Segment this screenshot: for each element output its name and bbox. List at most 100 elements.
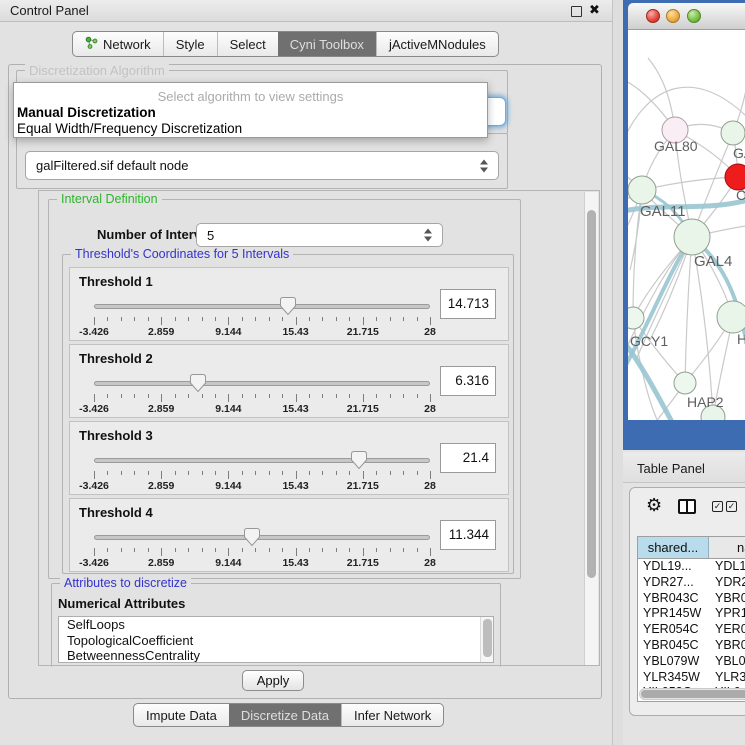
threshold-value-field[interactable]: 14.713 (440, 289, 496, 319)
minimize-traffic-light-icon[interactable] (666, 9, 680, 23)
tab-infer-network[interactable]: Infer Network (341, 704, 443, 726)
table-row[interactable]: YLR345WYLR3 (638, 670, 745, 686)
table-row[interactable]: YER054CYER0 (638, 622, 745, 638)
tick-mark (403, 471, 404, 475)
float-window-icon[interactable] (571, 6, 582, 17)
table-row[interactable]: YDR27...YDR2 (638, 575, 745, 591)
numerical-attributes-list[interactable]: SelfLoops TopologicalCoefficient Between… (58, 616, 494, 663)
table-panel-header: Table Panel (623, 452, 745, 483)
table-row[interactable]: YBL079WYBL0 (638, 654, 745, 670)
table-row[interactable]: YBR045CYBR0 (638, 638, 745, 654)
tick-mark (376, 317, 377, 321)
table-row[interactable]: YBR043CYBR0 (638, 591, 745, 607)
threshold-value-field[interactable]: 21.4 (440, 443, 496, 473)
list-scrollbar[interactable] (480, 617, 493, 662)
network-canvas[interactable]: GAL80 GA C GAL11 GAL4 GCY1 H HAP2 (628, 30, 745, 420)
node-h[interactable] (717, 301, 745, 333)
tab-impute-data[interactable]: Impute Data (134, 704, 229, 726)
scale-label: 15.43 (282, 403, 308, 415)
scale-label: 2.859 (148, 326, 174, 338)
dropdown-item-manual-discretization[interactable]: Manual Discretization (17, 105, 156, 120)
interval-definition-title: Interval Definition (57, 192, 162, 206)
tick-mark (376, 394, 377, 398)
scale-label: 9.144 (215, 480, 241, 492)
list-item[interactable]: BetweennessCentrality (59, 648, 493, 663)
tab-network[interactable]: Network (73, 32, 163, 56)
scale-label: -3.426 (79, 326, 109, 338)
apply-button[interactable]: Apply (242, 670, 304, 691)
scale-label: 15.43 (282, 480, 308, 492)
combobox-stepper-icon[interactable] (424, 229, 433, 242)
slider-track[interactable] (94, 535, 430, 540)
table-row[interactable]: YPR145WYPR1 (638, 606, 745, 622)
tick-mark (282, 471, 283, 475)
tab-select[interactable]: Select (217, 32, 278, 56)
threshold-slider[interactable]: -3.4262.8599.14415.4321.71528 (94, 296, 430, 338)
scale-label: 15.43 (282, 326, 308, 338)
scrollbar-thumb[interactable] (587, 210, 596, 578)
tick-mark (296, 471, 297, 479)
slider-ticks (94, 317, 430, 326)
tab-style[interactable]: Style (163, 32, 217, 56)
slider-track[interactable] (94, 304, 430, 309)
panel-divider[interactable] (612, 0, 623, 745)
tick-mark (134, 317, 135, 321)
tick-mark (336, 471, 337, 475)
node-gcy1[interactable] (628, 307, 644, 329)
slider-thumb[interactable] (351, 451, 367, 470)
slider-thumb[interactable] (244, 528, 260, 547)
table-data-combobox[interactable]: galFiltered.sif default node (25, 151, 499, 180)
dropdown-item-equal-width-frequency[interactable]: Equal Width/Frequency Discretization (17, 121, 242, 136)
slider-scale-labels: -3.4262.8599.14415.4321.71528 (94, 480, 430, 492)
threshold-value-field[interactable]: 11.344 (440, 520, 496, 550)
node-gal4[interactable] (674, 219, 710, 255)
close-traffic-light-icon[interactable] (646, 9, 660, 23)
settings-gear-icon[interactable]: ⚙ (646, 496, 662, 514)
zoom-traffic-light-icon[interactable] (687, 9, 701, 23)
tick-mark (134, 548, 135, 552)
tick-mark (107, 394, 108, 398)
column-header-name[interactable]: na (709, 537, 745, 558)
list-item[interactable]: TopologicalCoefficient (59, 633, 493, 649)
node-label-gal11: GAL11 (640, 203, 686, 220)
node-gal11[interactable] (628, 176, 656, 204)
hide-columns-checkbox-icon[interactable]: ✓ (726, 501, 737, 512)
split-view-icon[interactable] (678, 499, 696, 514)
tick-mark (363, 548, 364, 556)
node-hap2[interactable] (674, 372, 696, 394)
tick-mark (121, 471, 122, 475)
table-row[interactable]: YDL19...YDL1 (638, 559, 745, 575)
slider-thumb[interactable] (190, 374, 206, 393)
node-unlabeled-green[interactable] (721, 121, 745, 145)
tick-mark (148, 317, 149, 321)
tick-mark (282, 317, 283, 321)
threshold-value-field[interactable]: 6.316 (440, 366, 496, 396)
tick-mark (322, 394, 323, 398)
slider-thumb[interactable] (280, 297, 296, 316)
tick-mark (202, 548, 203, 552)
tab-discretize-data[interactable]: Discretize Data (229, 704, 341, 726)
panel-scrollbar[interactable] (584, 192, 598, 665)
list-item[interactable]: SelfLoops (59, 617, 493, 633)
scrollbar-thumb[interactable] (641, 690, 745, 698)
number-of-intervals-combobox[interactable]: 5 (196, 223, 443, 247)
network-window-titlebar[interactable] (628, 3, 745, 30)
threshold-slider[interactable]: -3.4262.8599.14415.4321.71528 (94, 450, 430, 492)
close-icon[interactable]: ✖ (589, 2, 600, 18)
show-columns-checkbox-icon[interactable]: ✓ (712, 501, 723, 512)
tick-mark (215, 471, 216, 475)
column-header-shared-name[interactable]: shared... (638, 537, 709, 558)
tick-mark (403, 548, 404, 552)
tick-mark (349, 548, 350, 552)
threshold-slider[interactable]: -3.4262.8599.14415.4321.71528 (94, 373, 430, 415)
slider-track[interactable] (94, 381, 430, 386)
combobox-stepper-icon[interactable] (480, 159, 489, 172)
slider-track[interactable] (94, 458, 430, 463)
tick-mark (202, 394, 203, 398)
table-horizontal-scrollbar[interactable] (639, 688, 745, 700)
threshold-slider[interactable]: -3.4262.8599.14415.4321.71528 (94, 527, 430, 569)
tick-mark (336, 317, 337, 321)
tab-cyni-toolbox[interactable]: Cyni Toolbox (278, 32, 376, 56)
attributes-group-title: Attributes to discretize (60, 576, 191, 590)
tab-jactivemnodules[interactable]: jActiveMNodules (376, 32, 498, 56)
